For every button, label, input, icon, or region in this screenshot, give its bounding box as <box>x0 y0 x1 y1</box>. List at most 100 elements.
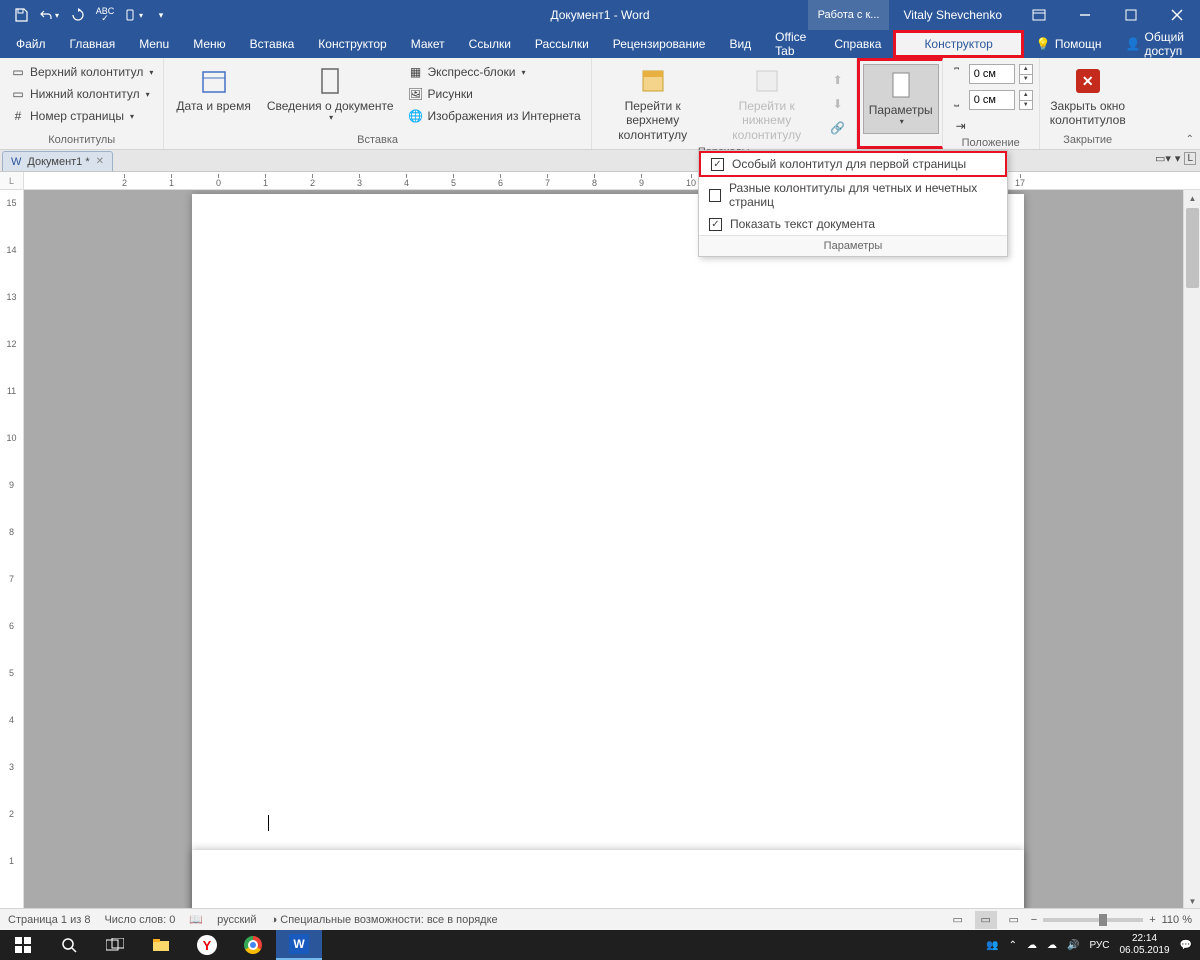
start-icon[interactable] <box>0 930 46 960</box>
web-layout-icon[interactable]: ▭ <box>1003 911 1025 929</box>
spinner[interactable]: ▲▼ <box>1019 64 1033 84</box>
ruler-toggle-icon[interactable]: L <box>1184 152 1196 165</box>
menu-design[interactable]: Конструктор <box>306 30 398 58</box>
quick-parts-button[interactable]: ▦Экспресс-блоки▾ <box>404 61 585 83</box>
page-2[interactable] <box>192 850 1024 910</box>
menu-references[interactable]: Ссылки <box>457 30 523 58</box>
goto-footer-button[interactable]: Перейти к нижнему колонтитулу <box>712 61 822 146</box>
zoom-out-icon[interactable]: − <box>1031 914 1037 926</box>
notification-icon[interactable]: 💬 <box>1180 940 1192 951</box>
explorer-icon[interactable] <box>138 930 184 960</box>
spinner[interactable]: ▲▼ <box>1019 90 1033 110</box>
menu-file[interactable]: Файл <box>4 30 58 58</box>
page-1[interactable]: Нижний колонтитул первой страницы <box>192 194 1024 910</box>
menu-constructor[interactable]: Конструктор <box>893 30 1023 58</box>
status-words[interactable]: Число слов: 0 <box>104 914 175 926</box>
people-icon[interactable]: 👥 <box>986 940 998 951</box>
pictures-button[interactable]: 🖼Рисунки <box>404 83 585 105</box>
status-accessibility[interactable]: ◑ Специальные возможности: все в порядке <box>271 914 498 926</box>
ribbon-display-icon[interactable] <box>1016 0 1062 30</box>
zoom-level[interactable]: 110 % <box>1162 914 1192 926</box>
touch-mode-icon[interactable]: ▾ <box>120 2 146 28</box>
collapse-ribbon-icon[interactable]: ⌃ <box>1186 134 1194 145</box>
goto-header-button[interactable]: Перейти к верхнему колонтитулу <box>598 61 708 146</box>
opt-show-doc-text[interactable]: ✓Показать текст документа <box>699 213 1007 235</box>
menu-view[interactable]: Вид <box>717 30 763 58</box>
footer-from-bottom[interactable]: ⎵▲▼ <box>949 89 1033 111</box>
document-area[interactable]: Нижний колонтитул первой страницы <box>24 190 1200 910</box>
checkbox-icon[interactable]: ✓ <box>711 158 724 171</box>
menu-mailings[interactable]: Рассылки <box>523 30 601 58</box>
footer-bottom-input[interactable] <box>969 90 1015 110</box>
task-view-icon[interactable] <box>92 930 138 960</box>
status-page[interactable]: Страница 1 из 8 <box>8 914 90 926</box>
page-number-button[interactable]: #Номер страницы▾ <box>6 105 157 127</box>
spellcheck-icon[interactable]: ABC✓ <box>92 2 118 28</box>
qat-customize-icon[interactable]: ▾ <box>148 2 174 28</box>
menu-insert[interactable]: Вставка <box>238 30 307 58</box>
menu-menu-en[interactable]: Menu <box>127 30 181 58</box>
save-icon[interactable] <box>8 2 34 28</box>
zoom-in-icon[interactable]: + <box>1149 914 1155 926</box>
volume-icon[interactable]: 🔊 <box>1067 940 1079 951</box>
status-spell-icon[interactable]: 📖 <box>189 913 203 926</box>
header-from-top[interactable]: ⎴▲▼ <box>949 63 1033 85</box>
group-navigation: Перейти к верхнему колонтитулу Перейти к… <box>592 58 857 149</box>
tab-selector-icon[interactable]: L <box>0 172 24 189</box>
share-button[interactable]: 👤Общий доступ <box>1114 30 1196 58</box>
close-tab-icon[interactable]: ✕ <box>96 156 104 167</box>
next-section-button[interactable]: ⬇ <box>826 93 850 115</box>
document-tab[interactable]: WДокумент1 *✕ <box>2 151 113 171</box>
opt-first-page-different[interactable]: ✓Особый колонтитул для первой страницы <box>699 151 1007 177</box>
horizontal-ruler[interactable]: L 2101234567891011121314151617 <box>0 172 1200 190</box>
scroll-up-icon[interactable]: ▲ <box>1184 190 1200 207</box>
tabs-menu-icon[interactable]: ▾ <box>1175 152 1181 165</box>
insert-align-tab[interactable]: ⇥ <box>949 115 1033 137</box>
header-top-input[interactable] <box>969 64 1015 84</box>
new-doc-icon[interactable]: ▭▾ <box>1155 152 1171 165</box>
chrome-icon[interactable] <box>230 930 276 960</box>
vertical-ruler[interactable]: 123456789101112131415 <box>0 190 24 910</box>
link-section-button[interactable]: 🔗 <box>826 117 850 139</box>
group-params: Параметры▾ <box>857 58 943 149</box>
yandex-icon[interactable]: Y <box>184 930 230 960</box>
search-icon[interactable] <box>46 930 92 960</box>
status-language[interactable]: русский <box>217 914 256 926</box>
footer-button[interactable]: ▭Нижний колонтитул▾ <box>6 83 157 105</box>
maximize-icon[interactable] <box>1108 0 1154 30</box>
user-name[interactable]: Vitaly Shevchenko <box>889 8 1016 22</box>
opt-odd-even-different[interactable]: Разные колонтитулы для четных и нечетных… <box>699 177 1007 213</box>
onedrive-icon[interactable]: ☁ <box>1027 940 1037 951</box>
language-indicator[interactable]: РУС <box>1089 940 1109 951</box>
minimize-icon[interactable] <box>1062 0 1108 30</box>
read-mode-icon[interactable]: ▭ <box>947 911 969 929</box>
doc-info-button[interactable]: Сведения о документе▾ <box>261 61 400 127</box>
print-layout-icon[interactable]: ▭ <box>975 911 997 929</box>
menu-layout[interactable]: Макет <box>399 30 457 58</box>
close-header-footer-button[interactable]: ✕Закрыть окно колонтитулов <box>1046 61 1130 132</box>
workspace: 123456789101112131415 Нижний колонтитул … <box>0 190 1200 910</box>
menu-officetab[interactable]: Office Tab <box>763 30 822 58</box>
clock[interactable]: 22:1406.05.2019 <box>1119 933 1169 957</box>
scroll-thumb[interactable] <box>1186 208 1199 288</box>
zoom-slider[interactable] <box>1043 918 1143 922</box>
menu-home[interactable]: Главная <box>58 30 128 58</box>
tray-expand-icon[interactable]: ⌃ <box>1009 940 1017 951</box>
menu-review[interactable]: Рецензирование <box>601 30 718 58</box>
redo-icon[interactable] <box>64 2 90 28</box>
onedrive2-icon[interactable]: ☁ <box>1047 940 1057 951</box>
undo-icon[interactable]: ▾ <box>36 2 62 28</box>
parameters-button[interactable]: Параметры▾ <box>863 64 939 134</box>
tell-me[interactable]: 💡Помощн <box>1024 30 1114 58</box>
menu-menu-ru[interactable]: Меню <box>181 30 237 58</box>
vertical-scrollbar[interactable]: ▲ ▼ <box>1183 190 1200 910</box>
date-time-button[interactable]: Дата и время <box>170 61 256 127</box>
menu-help[interactable]: Справка <box>822 30 893 58</box>
online-pictures-button[interactable]: 🌐Изображения из Интернета <box>404 105 585 127</box>
word-icon[interactable]: W <box>276 930 322 960</box>
header-button[interactable]: ▭Верхний колонтитул▾ <box>6 61 157 83</box>
checkbox-icon[interactable]: ✓ <box>709 218 722 231</box>
checkbox-icon[interactable] <box>709 189 721 202</box>
close-icon[interactable] <box>1154 0 1200 30</box>
prev-section-button[interactable]: ⬆ <box>826 69 850 91</box>
